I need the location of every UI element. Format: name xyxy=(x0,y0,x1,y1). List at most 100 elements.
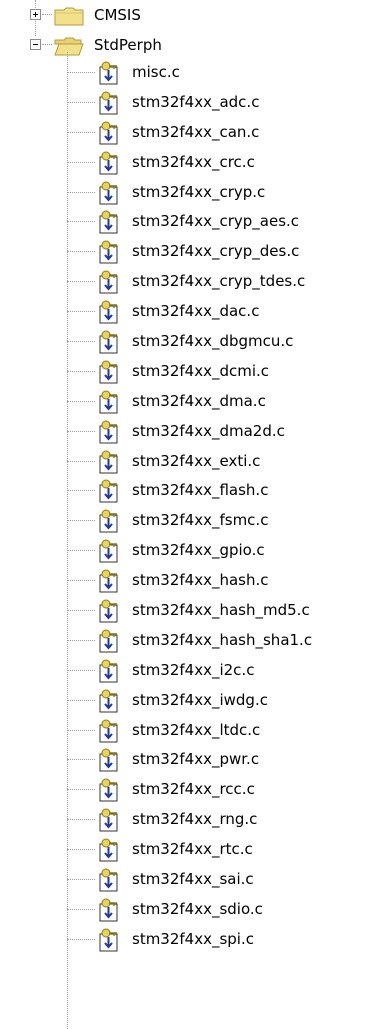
c-source-file-icon xyxy=(99,390,118,414)
file-label[interactable]: stm32f4xx_cryp_aes.c xyxy=(132,212,299,230)
c-source-file-icon xyxy=(99,659,118,683)
collapse-icon[interactable] xyxy=(30,39,41,50)
file-row[interactable]: stm32f4xx_hash_md5.c xyxy=(0,596,381,626)
folder-open-icon xyxy=(54,37,84,56)
c-source-file-icon xyxy=(99,928,118,952)
c-source-file-icon xyxy=(99,121,118,145)
file-label[interactable]: stm32f4xx_dac.c xyxy=(132,302,259,320)
file-row[interactable]: stm32f4xx_dma.c xyxy=(0,387,381,417)
file-row[interactable]: stm32f4xx_fsmc.c xyxy=(0,506,381,536)
c-source-file-icon xyxy=(99,181,118,205)
file-row[interactable]: stm32f4xx_hash.c xyxy=(0,566,381,596)
folder-label-stdperph[interactable]: StdPerph xyxy=(94,36,162,54)
folder-label-cmsis[interactable]: CMSIS xyxy=(94,6,141,24)
c-source-file-icon xyxy=(99,748,118,772)
file-label[interactable]: stm32f4xx_ltdc.c xyxy=(132,721,260,739)
file-row[interactable]: stm32f4xx_hash_sha1.c xyxy=(0,626,381,656)
file-row[interactable]: stm32f4xx_adc.c xyxy=(0,88,381,118)
file-label[interactable]: stm32f4xx_crc.c xyxy=(132,153,255,171)
file-branch xyxy=(67,341,95,343)
file-label[interactable]: stm32f4xx_rtc.c xyxy=(132,840,253,858)
file-row[interactable]: stm32f4xx_rng.c xyxy=(0,805,381,835)
c-source-file-icon xyxy=(99,719,118,743)
c-source-file-icon xyxy=(99,569,118,593)
file-row[interactable]: stm32f4xx_spi.c xyxy=(0,925,381,955)
file-label[interactable]: stm32f4xx_hash_md5.c xyxy=(132,601,310,619)
file-branch xyxy=(67,699,95,701)
file-label[interactable]: stm32f4xx_iwdg.c xyxy=(132,691,268,709)
file-row[interactable]: stm32f4xx_ltdc.c xyxy=(0,716,381,746)
file-label[interactable]: stm32f4xx_exti.c xyxy=(132,452,260,470)
file-row[interactable]: stm32f4xx_dma2d.c xyxy=(0,417,381,447)
folder-branch xyxy=(42,44,52,46)
file-row[interactable]: misc.c xyxy=(0,58,381,88)
c-source-file-icon xyxy=(99,689,118,713)
file-row[interactable]: stm32f4xx_iwdg.c xyxy=(0,686,381,716)
file-label[interactable]: stm32f4xx_gpio.c xyxy=(132,541,265,559)
file-row[interactable]: stm32f4xx_gpio.c xyxy=(0,536,381,566)
file-branch xyxy=(67,938,95,940)
file-row[interactable]: stm32f4xx_rcc.c xyxy=(0,775,381,805)
file-row[interactable]: stm32f4xx_cryp_des.c xyxy=(0,237,381,267)
file-label[interactable]: stm32f4xx_sdio.c xyxy=(132,900,263,918)
file-row[interactable]: stm32f4xx_cryp.c xyxy=(0,178,381,208)
file-row[interactable]: stm32f4xx_dac.c xyxy=(0,297,381,327)
file-label[interactable]: stm32f4xx_dma2d.c xyxy=(132,422,285,440)
file-label[interactable]: stm32f4xx_cryp_des.c xyxy=(132,242,299,260)
file-row[interactable]: stm32f4xx_dcmi.c xyxy=(0,357,381,387)
project-tree: CMSIS StdPerph misc.c stm32f4xx_adc.c stm3… xyxy=(0,0,381,1029)
file-row[interactable]: stm32f4xx_flash.c xyxy=(0,476,381,506)
file-label[interactable]: stm32f4xx_cryp.c xyxy=(132,183,265,201)
file-label[interactable]: stm32f4xx_sai.c xyxy=(132,870,254,888)
file-row[interactable]: stm32f4xx_cryp_aes.c xyxy=(0,207,381,237)
file-row[interactable]: stm32f4xx_exti.c xyxy=(0,447,381,477)
file-label[interactable]: stm32f4xx_pwr.c xyxy=(132,750,259,768)
file-branch xyxy=(67,251,95,253)
file-label[interactable]: stm32f4xx_flash.c xyxy=(132,481,268,499)
file-label[interactable]: stm32f4xx_rcc.c xyxy=(132,780,255,798)
file-label[interactable]: stm32f4xx_dcmi.c xyxy=(132,362,269,380)
file-branch xyxy=(67,789,95,791)
file-row[interactable]: stm32f4xx_rtc.c xyxy=(0,835,381,865)
file-branch xyxy=(67,191,95,193)
file-label[interactable]: stm32f4xx_cryp_tdes.c xyxy=(132,272,305,290)
file-list: misc.c stm32f4xx_adc.c stm32f4xx_can.c stm3… xyxy=(0,58,381,955)
file-row[interactable]: stm32f4xx_pwr.c xyxy=(0,745,381,775)
file-label[interactable]: stm32f4xx_hash_sha1.c xyxy=(132,631,312,649)
file-row[interactable]: stm32f4xx_sai.c xyxy=(0,865,381,895)
file-row[interactable]: stm32f4xx_dbgmcu.c xyxy=(0,327,381,357)
file-label[interactable]: stm32f4xx_dbgmcu.c xyxy=(132,332,293,350)
file-branch xyxy=(67,281,95,283)
file-branch xyxy=(67,430,95,432)
file-row[interactable]: stm32f4xx_i2c.c xyxy=(0,656,381,686)
file-label[interactable]: stm32f4xx_can.c xyxy=(132,123,259,141)
expand-icon[interactable] xyxy=(30,9,41,20)
c-source-file-icon xyxy=(99,509,118,533)
c-source-file-icon xyxy=(99,270,118,294)
c-source-file-icon xyxy=(99,420,118,444)
c-source-file-icon xyxy=(99,838,118,862)
c-source-file-icon xyxy=(99,599,118,623)
file-row[interactable]: stm32f4xx_cryp_tdes.c xyxy=(0,267,381,297)
file-branch xyxy=(67,161,95,163)
file-branch xyxy=(67,879,95,881)
file-row[interactable]: stm32f4xx_crc.c xyxy=(0,148,381,178)
file-label[interactable]: stm32f4xx_fsmc.c xyxy=(132,511,268,529)
file-branch xyxy=(67,370,95,372)
file-row[interactable]: stm32f4xx_can.c xyxy=(0,118,381,148)
file-label[interactable]: misc.c xyxy=(132,63,180,81)
file-label[interactable]: stm32f4xx_adc.c xyxy=(132,93,259,111)
c-source-file-icon xyxy=(99,898,118,922)
file-row[interactable]: stm32f4xx_sdio.c xyxy=(0,895,381,925)
c-source-file-icon xyxy=(99,479,118,503)
folder-row-cmsis[interactable]: CMSIS xyxy=(0,0,381,30)
file-label[interactable]: stm32f4xx_rng.c xyxy=(132,810,257,828)
file-label[interactable]: stm32f4xx_i2c.c xyxy=(132,661,254,679)
file-label[interactable]: stm32f4xx_hash.c xyxy=(132,571,269,589)
folder-row-stdperph[interactable]: StdPerph xyxy=(0,30,381,60)
file-branch xyxy=(67,311,95,313)
file-label[interactable]: stm32f4xx_dma.c xyxy=(132,392,266,410)
file-branch xyxy=(67,131,95,133)
file-branch xyxy=(67,759,95,761)
file-label[interactable]: stm32f4xx_spi.c xyxy=(132,930,254,948)
